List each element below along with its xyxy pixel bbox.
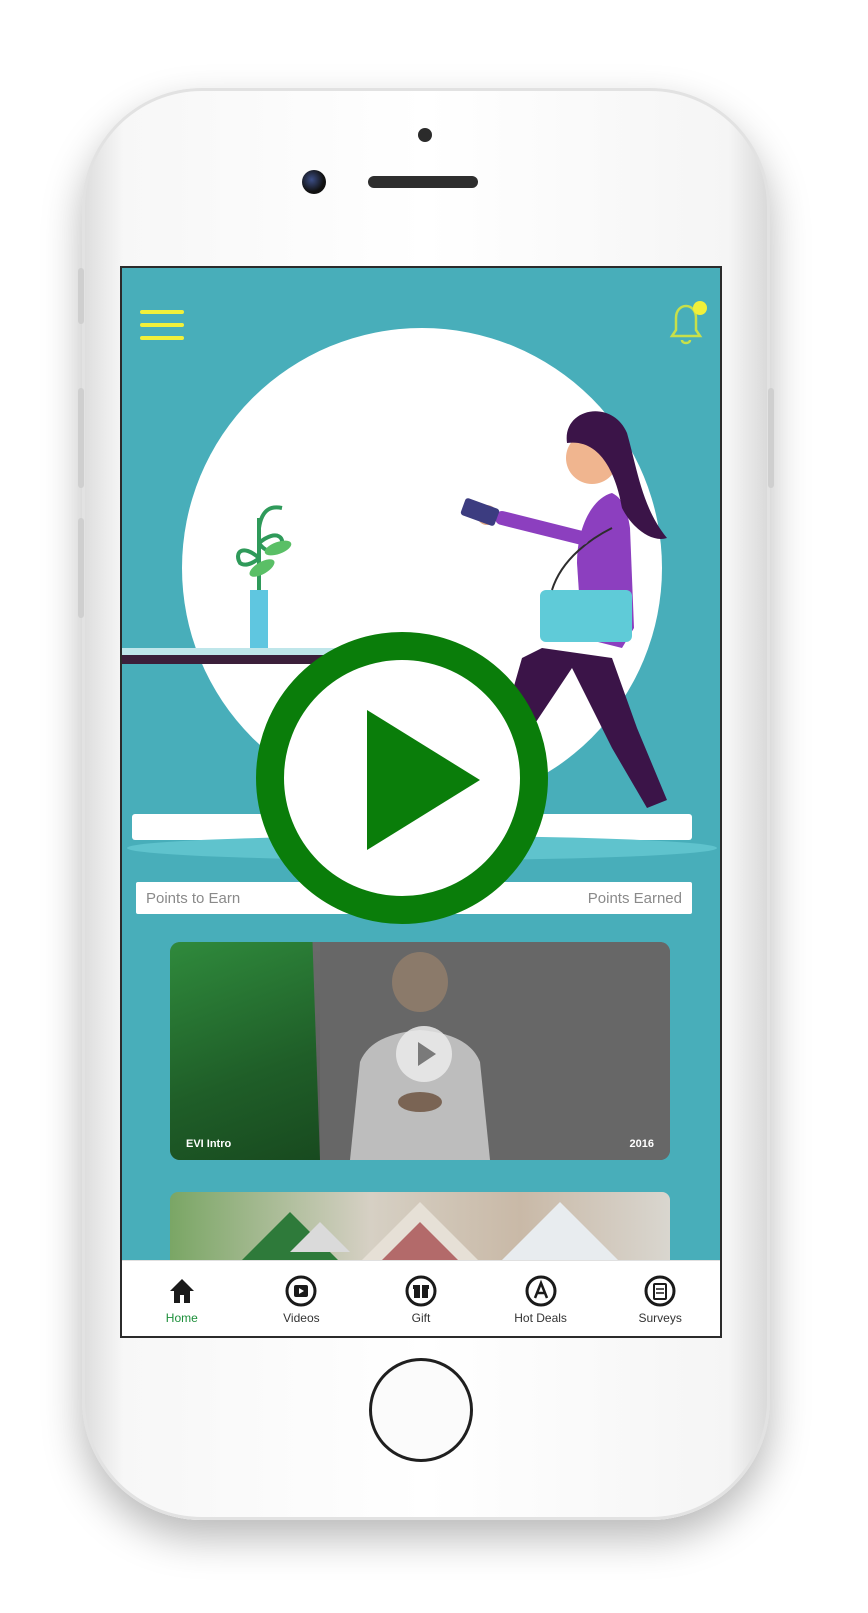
video-person	[320, 942, 670, 1160]
nav-label-home: Home	[165, 1311, 198, 1325]
nav-item-videos[interactable]: Videos	[246, 1273, 356, 1325]
power-button	[768, 388, 774, 488]
mute-switch	[78, 268, 84, 324]
points-earned-label: Points Earned	[587, 889, 682, 907]
video-year: 2016	[629, 1138, 654, 1150]
bottom-navigation: Home Videos Gift Hot Deals Surveys	[122, 1260, 720, 1336]
nav-label-surveys: Surveys	[638, 1311, 682, 1325]
home-button[interactable]	[369, 1358, 473, 1462]
video-play-button[interactable]	[396, 1026, 452, 1082]
nav-label-hot-deals: Hot Deals	[514, 1311, 567, 1325]
video-card[interactable]: EVI Intro 2016	[170, 942, 670, 1160]
survey-icon	[642, 1273, 678, 1309]
proximity-sensor	[418, 128, 432, 142]
earpiece-speaker	[368, 176, 478, 188]
gift-icon	[403, 1273, 439, 1309]
video-icon	[283, 1273, 319, 1309]
volume-down-button	[78, 518, 84, 618]
hot-deals-icon	[523, 1273, 559, 1309]
home-icon	[164, 1273, 200, 1309]
front-camera	[302, 170, 326, 194]
video-brand-panel	[170, 942, 320, 1160]
nav-label-gift: Gift	[411, 1311, 431, 1325]
volume-up-button	[78, 388, 84, 488]
video-title: EVI Intro	[186, 1138, 232, 1150]
play-overlay-icon[interactable]	[252, 628, 552, 928]
nav-item-gift[interactable]: Gift	[366, 1273, 476, 1325]
nav-item-home[interactable]: Home	[127, 1273, 237, 1325]
points-to-earn-label: Points to Earn	[146, 889, 241, 907]
handbag	[540, 590, 632, 642]
nav-label-videos: Videos	[283, 1311, 320, 1325]
nav-item-hot-deals[interactable]: Hot Deals	[486, 1273, 596, 1325]
nav-item-surveys[interactable]: Surveys	[605, 1273, 715, 1325]
